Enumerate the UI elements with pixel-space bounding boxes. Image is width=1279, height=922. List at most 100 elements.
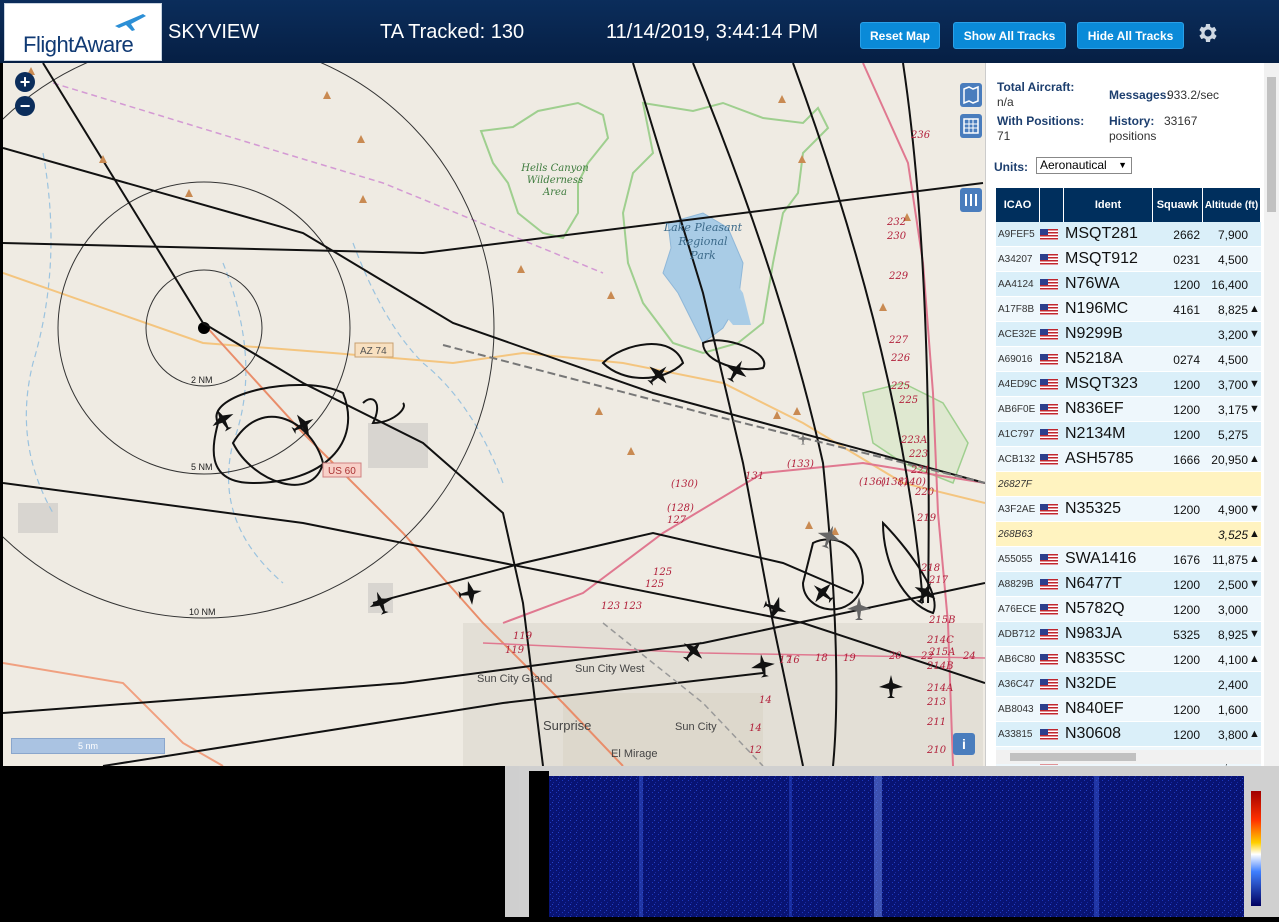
panel-divider[interactable] xyxy=(505,766,519,917)
show-all-tracks-button[interactable]: Show All Tracks xyxy=(953,22,1066,49)
table-row[interactable]: A8829B N6477T 1200 2,500 ▼ xyxy=(996,572,1261,597)
with-positions-value: 71 xyxy=(997,129,1011,143)
icao-cell: A3F2AE xyxy=(998,504,1036,515)
squawk-cell: 1200 xyxy=(1173,703,1200,717)
ident-cell: ASH5785 xyxy=(1065,450,1134,467)
altitude-cell: 11,875 xyxy=(1212,553,1248,567)
svg-text:211: 211 xyxy=(926,717,946,728)
us-flag-icon xyxy=(1040,329,1058,340)
grid-icon[interactable] xyxy=(960,114,982,138)
us-flag-icon xyxy=(1040,429,1058,440)
table-row[interactable]: 26827F xyxy=(996,472,1261,497)
svg-text:131: 131 xyxy=(745,471,764,482)
table-row[interactable]: A34207 MSQT912 0231 4,500 xyxy=(996,247,1261,272)
total-aircraft-value: n/a xyxy=(997,95,1014,109)
table-row[interactable]: A1C797 N2134M 1200 5,275 xyxy=(996,422,1261,447)
altitude-cell: 2,400 xyxy=(1217,678,1248,692)
col-header-flag[interactable] xyxy=(1040,188,1064,222)
squawk-cell: 1200 xyxy=(1173,603,1200,617)
table-row[interactable]: AB8043 N840EF 1200 1,600 xyxy=(996,697,1261,722)
table-row[interactable]: AB6C80 N835SC 1200 4,100 ▲ xyxy=(996,647,1261,672)
table-row[interactable]: AB6F0E N836EF 1200 3,175 ▼ xyxy=(996,397,1261,422)
icao-cell: AB6F0E xyxy=(998,404,1036,415)
svg-text:232: 232 xyxy=(886,217,906,228)
map-view[interactable]: 236 232 230 229 227 226 225 225 223A 223 221 220… xyxy=(3,63,985,766)
icao-cell: ACB132 xyxy=(998,454,1036,465)
col-header-ident[interactable]: Ident xyxy=(1064,188,1153,222)
ident-cell: N840EF xyxy=(1065,700,1124,717)
table-row[interactable]: ACB132 ASH5785 1666 20,950 ▲ xyxy=(996,447,1261,472)
logo-text: FlightAware xyxy=(23,32,134,57)
table-row[interactable]: A17F8B N196MC 4161 8,825 ▲ xyxy=(996,297,1261,322)
table-row[interactable]: A4ED9C MSQT323 1200 3,700 ▼ xyxy=(996,372,1261,397)
columns-icon[interactable] xyxy=(960,188,982,212)
table-row[interactable]: A33815 N30608 1200 3,800 ▲ xyxy=(996,722,1261,747)
sun-city-label: Sun City xyxy=(675,721,717,733)
table-row[interactable]: A3F2AE N35325 1200 4,900 ▼ xyxy=(996,497,1261,522)
ident-cell: N32DE xyxy=(1065,675,1117,692)
squawk-cell: 0231 xyxy=(1173,253,1200,267)
ident-cell: N983JA xyxy=(1065,625,1122,642)
icao-cell: A36C47 xyxy=(998,679,1035,690)
altitude-cell: 4,500 xyxy=(1217,253,1248,267)
units-select-value: Aeronautical xyxy=(1040,158,1107,172)
svg-text:225: 225 xyxy=(898,395,918,406)
table-row[interactable]: A69016 N5218A 0274 4,500 xyxy=(996,347,1261,372)
gear-icon[interactable] xyxy=(1195,21,1219,45)
hide-all-tracks-button[interactable]: Hide All Tracks xyxy=(1077,22,1184,49)
altitude-cell: 7,900 xyxy=(1217,228,1248,242)
altitude-trend-icon: ▼ xyxy=(1249,628,1260,640)
hscroll-thumb[interactable] xyxy=(1010,753,1136,761)
table-row[interactable]: 268B63 3,525 ▲ xyxy=(996,522,1261,547)
altitude-cell: 1,600 xyxy=(1217,703,1248,717)
ident-cell: SWA1416 xyxy=(1065,550,1137,567)
icao-cell: A76ECE xyxy=(998,604,1037,615)
us-flag-icon xyxy=(1040,379,1058,390)
bottom-left-panel xyxy=(0,766,505,917)
flightaware-logo[interactable]: FlightAware xyxy=(4,3,162,61)
map-canvas[interactable]: 236232230 229227226 225225223A 223221220… xyxy=(3,63,985,766)
svg-text:217: 217 xyxy=(928,575,949,586)
altitude-trend-icon: ▼ xyxy=(1249,378,1260,390)
history-unit: positions xyxy=(1109,129,1157,143)
squawk-cell: 4161 xyxy=(1173,303,1200,317)
hells-canyon-label-1: Hells Canyon xyxy=(520,163,589,174)
table-row[interactable]: ADB712 N983JA 5325 8,925 ▼ xyxy=(996,622,1261,647)
vertical-scrollbar[interactable] xyxy=(1264,63,1279,766)
table-row[interactable]: ACE32E N9299B 3,200 ▼ xyxy=(996,322,1261,347)
col-header-altitude[interactable]: Altitude (ft) xyxy=(1203,188,1261,222)
svg-text:16: 16 xyxy=(787,655,800,666)
icao-cell: A1C797 xyxy=(998,429,1035,440)
ident-cell: N9299B xyxy=(1065,325,1123,342)
svg-text:119: 119 xyxy=(513,631,533,642)
zoom-in-icon[interactable]: + xyxy=(15,72,35,92)
reset-map-button[interactable]: Reset Map xyxy=(860,22,940,49)
svg-text:(130): (130) xyxy=(671,479,698,490)
svg-text:223: 223 xyxy=(908,449,928,460)
table-row[interactable]: A76ECE N5782Q 1200 3,000 xyxy=(996,597,1261,622)
svg-text:(140): (140) xyxy=(899,477,926,488)
hells-canyon-label-2: Wilderness xyxy=(527,175,583,186)
squawk-cell: 1200 xyxy=(1173,653,1200,667)
units-select[interactable]: Aeronautical ▼ xyxy=(1036,157,1132,174)
map-layers-icon[interactable] xyxy=(960,83,982,107)
zoom-out-icon[interactable]: − xyxy=(15,96,35,116)
altitude-trend-icon: ▼ xyxy=(1249,578,1260,590)
table-row[interactable]: A9FEF5 MSQT281 2662 7,900 xyxy=(996,222,1261,247)
scale-bar: 5 nm xyxy=(11,738,165,754)
us-flag-icon xyxy=(1040,404,1058,415)
table-row[interactable]: A36C47 N32DE 2,400 xyxy=(996,672,1261,697)
table-row[interactable]: AA4124 N76WA 1200 16,400 xyxy=(996,272,1261,297)
us-flag-icon xyxy=(1040,704,1058,715)
altitude-trend-icon: ▲ xyxy=(1249,303,1260,315)
col-header-icao[interactable]: ICAO xyxy=(996,188,1040,222)
altitude-cell: 5,275 xyxy=(1217,428,1248,442)
col-header-squawk[interactable]: Squawk xyxy=(1153,188,1203,222)
info-icon[interactable]: i xyxy=(953,733,975,755)
table-row[interactable]: A55055 SWA1416 1676 11,875 ▲ xyxy=(996,547,1261,572)
ident-cell: N196MC xyxy=(1065,300,1129,317)
svg-text:24: 24 xyxy=(962,651,976,662)
horizontal-scrollbar[interactable] xyxy=(996,750,1261,764)
altitude-cell: 2,500 xyxy=(1217,578,1248,592)
scrollbar-thumb[interactable] xyxy=(1267,77,1276,212)
